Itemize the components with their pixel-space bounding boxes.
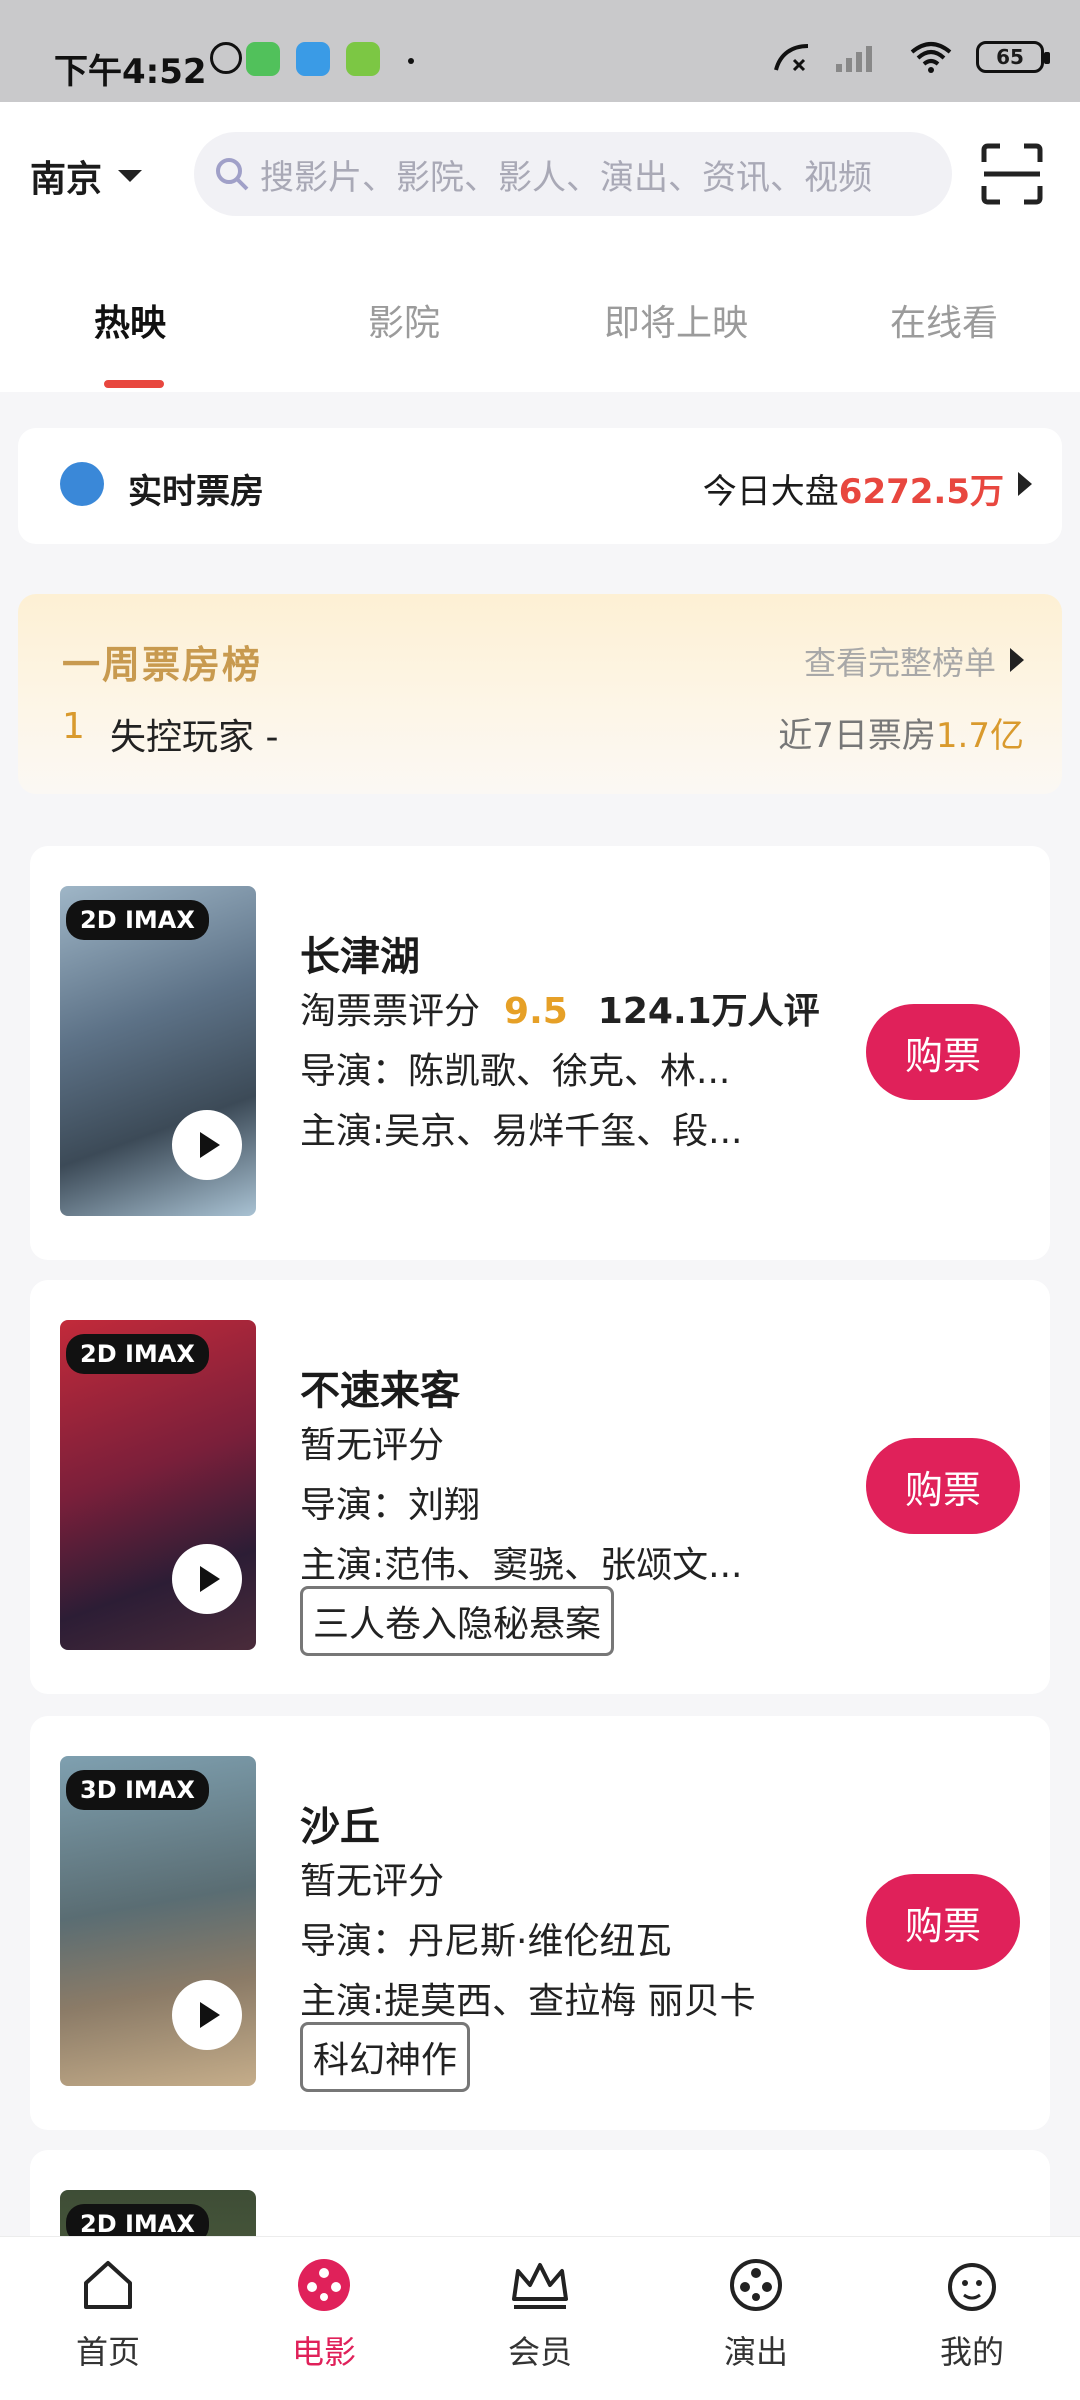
format-tag: 2D IMAX [66, 900, 209, 940]
scan-icon[interactable] [980, 142, 1044, 206]
wifi-icon [910, 42, 952, 73]
movie-poster[interactable]: 2D IMAX [60, 886, 256, 1216]
movie-director: 导演：丹尼斯·维伦纽瓦 [300, 1921, 672, 1962]
movie-cast: 主演:吴京、易烊千玺、段... [300, 1111, 743, 1152]
battery-icon: 65 [976, 41, 1050, 73]
cloud-icon [296, 42, 330, 76]
more-notifications-dot [408, 58, 414, 64]
search-input[interactable]: 搜影片、影院、影人、演出、资讯、视频 [194, 132, 952, 216]
realtime-box-office[interactable]: 实时票房 今日大盘6272.5万 [18, 428, 1062, 544]
search-placeholder: 搜影片、影院、影人、演出、资讯、视频 [260, 157, 872, 198]
nav-home[interactable]: 首页 [48, 2257, 168, 2373]
mute-icon [210, 42, 242, 74]
weekly-movie-name: 失控玩家 [110, 717, 255, 758]
buy-ticket-button[interactable]: 购票 [866, 1004, 1020, 1100]
rating-label: 淘票票评分 [300, 991, 481, 1032]
nav-shows-label: 演出 [723, 2333, 788, 2371]
weekly-movie-dash: - [265, 717, 279, 758]
weekly-gross: 近7日票房1.7亿 [778, 708, 1024, 757]
smiley-icon [948, 2263, 996, 2311]
rating-score: 9.5 [504, 991, 568, 1032]
no-sim-icon [774, 44, 809, 72]
bottom-nav: 首页 电影 会员 演出 我的 [0, 2236, 1080, 2400]
city-selector[interactable]: 南京 [30, 150, 143, 202]
weekly-movie-item[interactable]: 失控玩家 - [110, 708, 278, 760]
play-icon[interactable] [172, 1980, 242, 2050]
app-icon [246, 42, 280, 76]
nav-shows[interactable]: 演出 [696, 2257, 816, 2373]
buy-ticket-button[interactable]: 购票 [866, 1874, 1020, 1970]
movie-title: 沙丘 [300, 1804, 380, 1850]
weekly-box-office: 一周票房榜 查看完整榜单 1 失控玩家 - 近7日票房1.7亿 [18, 594, 1062, 794]
movie-cast: 主演:提莫西、查拉梅 丽贝卡 [300, 1981, 756, 2022]
chevron-down-icon [118, 170, 143, 182]
movie-rating: 暂无评分 [300, 1861, 445, 1902]
tab-coming-soon[interactable]: 即将上映 [604, 294, 748, 346]
weekly-rank: 1 [62, 706, 85, 747]
weekly-gross-value: 1.7亿 [935, 716, 1024, 756]
nav-membership-label: 会员 [507, 2333, 572, 2371]
nav-membership[interactable]: 会员 [480, 2257, 600, 2373]
movie-title: 长津湖 [300, 934, 420, 980]
format-tag: 3D IMAX [66, 1770, 209, 1810]
play-icon[interactable] [172, 1110, 242, 1180]
movie-cast: 主演:范伟、窦骁、张颂文... [300, 1545, 743, 1586]
movie-tagline-badge: 三人卷入隐秘悬案 [300, 1586, 615, 1656]
movie-title: 不速来客 [300, 1368, 460, 1414]
film-reel-icon [298, 2259, 350, 2311]
movie-director: 导演：陈凯歌、徐克、林... [300, 1051, 731, 1092]
movie-rating: 暂无评分 [300, 1425, 445, 1466]
box-office-value: 6272.5万 [838, 472, 1004, 512]
weekly-gross-label: 近7日票房 [778, 716, 936, 756]
movie-card[interactable]: 3D IMAX 沙丘 暂无评分 导演：丹尼斯·维伦纽瓦 主演:提莫西、查拉梅 丽… [30, 1716, 1050, 2130]
crown-icon [512, 2263, 568, 2309]
tab-bar: 热映 影院 即将上映 在线看 [0, 252, 1080, 392]
rating-votes: 124.1万人评 [597, 991, 820, 1032]
movie-director: 导演：刘翔 [300, 1485, 481, 1526]
tab-now-showing[interactable]: 热映 [94, 294, 166, 346]
movie-poster[interactable]: 3D IMAX [60, 1756, 256, 2086]
movie-rating: 淘票票评分 9.5 124.1万人评 [300, 982, 820, 1034]
play-icon[interactable] [172, 1544, 242, 1614]
view-full-list-link[interactable]: 查看完整榜单 [804, 638, 996, 684]
reel-outline-icon [730, 2259, 782, 2311]
search-icon [216, 158, 249, 191]
chevron-right-icon [1010, 648, 1024, 672]
signal-icon [836, 46, 872, 72]
nav-profile[interactable]: 我的 [912, 2257, 1032, 2373]
box-office-total: 今日大盘6272.5万 [703, 464, 1004, 513]
home-icon [84, 2261, 132, 2309]
nav-movies[interactable]: 电影 [264, 2257, 384, 2373]
status-bar: 下午4:52 65 [0, 0, 1080, 102]
movie-poster[interactable]: 2D IMAX [60, 1320, 256, 1650]
chart-icon [60, 462, 104, 506]
status-time: 下午4:52 [54, 52, 207, 92]
movie-card[interactable]: 2D IMAX 不速来客 暂无评分 导演：刘翔 主演:范伟、窦骁、张颂文... … [30, 1280, 1050, 1694]
buy-ticket-button[interactable]: 购票 [866, 1438, 1020, 1534]
weekly-title: 一周票房榜 [62, 643, 263, 687]
tab-watch-online[interactable]: 在线看 [890, 294, 998, 346]
movie-tagline-badge: 科幻神作 [300, 2022, 471, 2092]
tab-cinemas[interactable]: 影院 [368, 294, 440, 346]
download-icon [346, 42, 380, 76]
box-office-title: 实时票房 [128, 472, 264, 512]
nav-movies-label: 电影 [291, 2333, 356, 2371]
box-office-prefix: 今日大盘 [702, 472, 839, 512]
movie-card[interactable]: 2D IMAX 长津湖 淘票票评分 9.5 124.1万人评 导演：陈凯歌、徐克、林… [30, 846, 1050, 1260]
city-label: 南京 [30, 159, 103, 200]
active-tab-indicator [104, 380, 164, 388]
nav-home-label: 首页 [75, 2333, 140, 2371]
status-right: 65 [772, 40, 1050, 74]
battery-level: 65 [996, 45, 1024, 69]
format-tag: 2D IMAX [66, 1334, 209, 1374]
chevron-right-icon [1018, 472, 1032, 496]
nav-profile-label: 我的 [939, 2333, 1004, 2371]
header: 南京 搜影片、影院、影人、演出、资讯、视频 热映 影院 即将上映 在线看 [0, 102, 1080, 392]
